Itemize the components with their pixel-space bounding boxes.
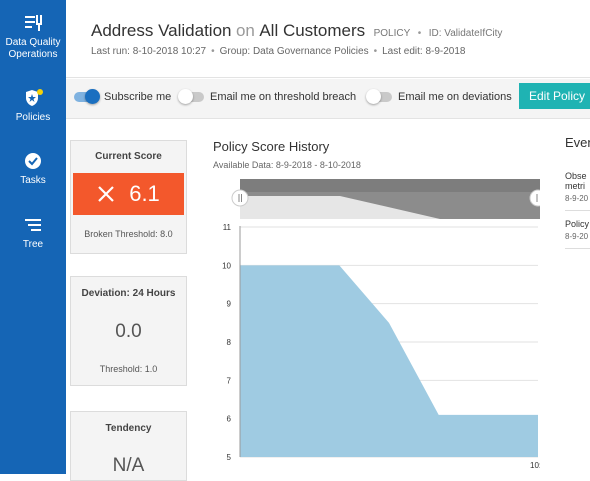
sidebar-item-label: Tasks [20, 175, 46, 186]
available-data: Available Data: 8-9-2018 - 8-10-2018 [213, 160, 361, 170]
subscribe-toggle[interactable] [74, 89, 100, 104]
score-box: 6.1 [73, 173, 184, 215]
event-item-line2: metri [565, 181, 585, 191]
toggle-knob [366, 89, 381, 104]
toggle-knob [85, 89, 100, 104]
y-tick-label: 5 [227, 453, 232, 462]
deviations-toggle[interactable] [366, 89, 392, 104]
card-title: Deviation: 24 Hours [81, 288, 176, 299]
subscribe-toggle-group: Subscribe me [74, 89, 172, 104]
sidebar-item-tasks[interactable]: Tasks [0, 150, 66, 187]
subscribe-label: Subscribe me [104, 91, 172, 103]
policy-name: Address Validation [91, 21, 232, 40]
broken-threshold: Broken Threshold: 8.0 [84, 229, 173, 239]
separator-dot: • [417, 28, 422, 39]
title-on-word: on [235, 21, 255, 40]
sidebar-item-label: Data Quality [5, 37, 61, 48]
threshold-toggle-group: Email me on threshold breach [178, 89, 357, 104]
y-tick-label: 9 [227, 300, 232, 309]
deviations-toggle-group: Email me on deviations [366, 89, 512, 104]
tree-list-icon [25, 219, 41, 231]
divider [565, 248, 590, 249]
event-date: 8-9-20 [565, 194, 589, 203]
shield-badge-icon [26, 89, 43, 106]
y-tick-label: 8 [227, 338, 232, 347]
threshold-breach-toggle[interactable] [178, 89, 204, 104]
current-score-value: 6.1 [129, 181, 160, 206]
last-run: Last run: 8-10-2018 10:27 [91, 46, 207, 57]
y-tick-label: 11 [223, 223, 232, 232]
events-title: Even [565, 135, 590, 150]
last-edit: Last edit: 8-9-2018 [382, 46, 466, 57]
y-tick-label: 10 [222, 261, 231, 270]
policy-toolbar: Subscribe me Email me on threshold breac… [66, 79, 590, 119]
sidebar-item-tree[interactable]: Tree [0, 214, 66, 251]
event-item[interactable]: Obse [565, 171, 590, 181]
navigator-selection [240, 179, 540, 192]
deviation-threshold: Threshold: 1.0 [99, 364, 158, 374]
sidebar-item-label: Operations [8, 49, 58, 60]
chart-title: Policy Score History [213, 139, 330, 154]
edit-policy-button[interactable]: Edit Policy [519, 83, 590, 109]
separator-dot: • [373, 46, 378, 57]
sidebar-item-data-quality-operations[interactable]: Data Quality Operations [0, 12, 66, 61]
score-history-chart: 11 10 9 8 7 6 5 10: [222, 179, 540, 470]
current-score-card: Current Score 6.1 Broken Threshold: 8.0 [70, 140, 187, 254]
toggle-knob [178, 89, 193, 104]
data-quality-icon [25, 15, 42, 31]
policy-type: POLICY [373, 28, 411, 39]
sidebar-item-label: Policies [15, 112, 51, 123]
deviations-label: Email me on deviations [398, 91, 512, 103]
deviation-value: 0.0 [115, 321, 142, 342]
x-tick-label: 10: [530, 461, 540, 470]
event-item[interactable]: Policy [565, 219, 590, 229]
events-panel: Even Obse metri 8-9-20 Policy 8-9-20 [565, 135, 590, 249]
y-tick-label: 6 [227, 415, 232, 424]
sidebar-item-policies[interactable]: Policies [0, 87, 66, 124]
close-icon [98, 186, 114, 202]
policy-id: ID: ValidateIfCity [428, 28, 503, 39]
deviation-card: Deviation: 24 Hours 0.0 Threshold: 1.0 [70, 276, 187, 386]
score-area [240, 265, 538, 457]
y-tick-label: 7 [227, 376, 232, 385]
page-title: Address Validation on All Customers POLI… [91, 21, 502, 41]
sidebar-item-label: Tree [22, 239, 44, 250]
tendency-card: Tendency N/A [70, 411, 187, 481]
navigator-left-handle[interactable] [231, 189, 249, 207]
page-header: Address Validation on All Customers POLI… [66, 0, 590, 78]
event-date: 8-9-20 [565, 232, 589, 241]
card-title: Current Score [95, 151, 162, 162]
policy-meta: Last run: 8-10-2018 10:27 • Group: Data Go… [91, 46, 465, 57]
sidebar: Data Quality Operations Policies Tasks T… [0, 0, 66, 474]
threshold-breach-label: Email me on threshold breach [210, 91, 357, 103]
card-title: Tendency [105, 423, 152, 434]
policy-group: Group: Data Governance Policies [219, 46, 369, 57]
policy-target: All Customers [259, 21, 366, 40]
separator-dot: • [211, 46, 215, 57]
check-circle-icon [25, 153, 41, 169]
